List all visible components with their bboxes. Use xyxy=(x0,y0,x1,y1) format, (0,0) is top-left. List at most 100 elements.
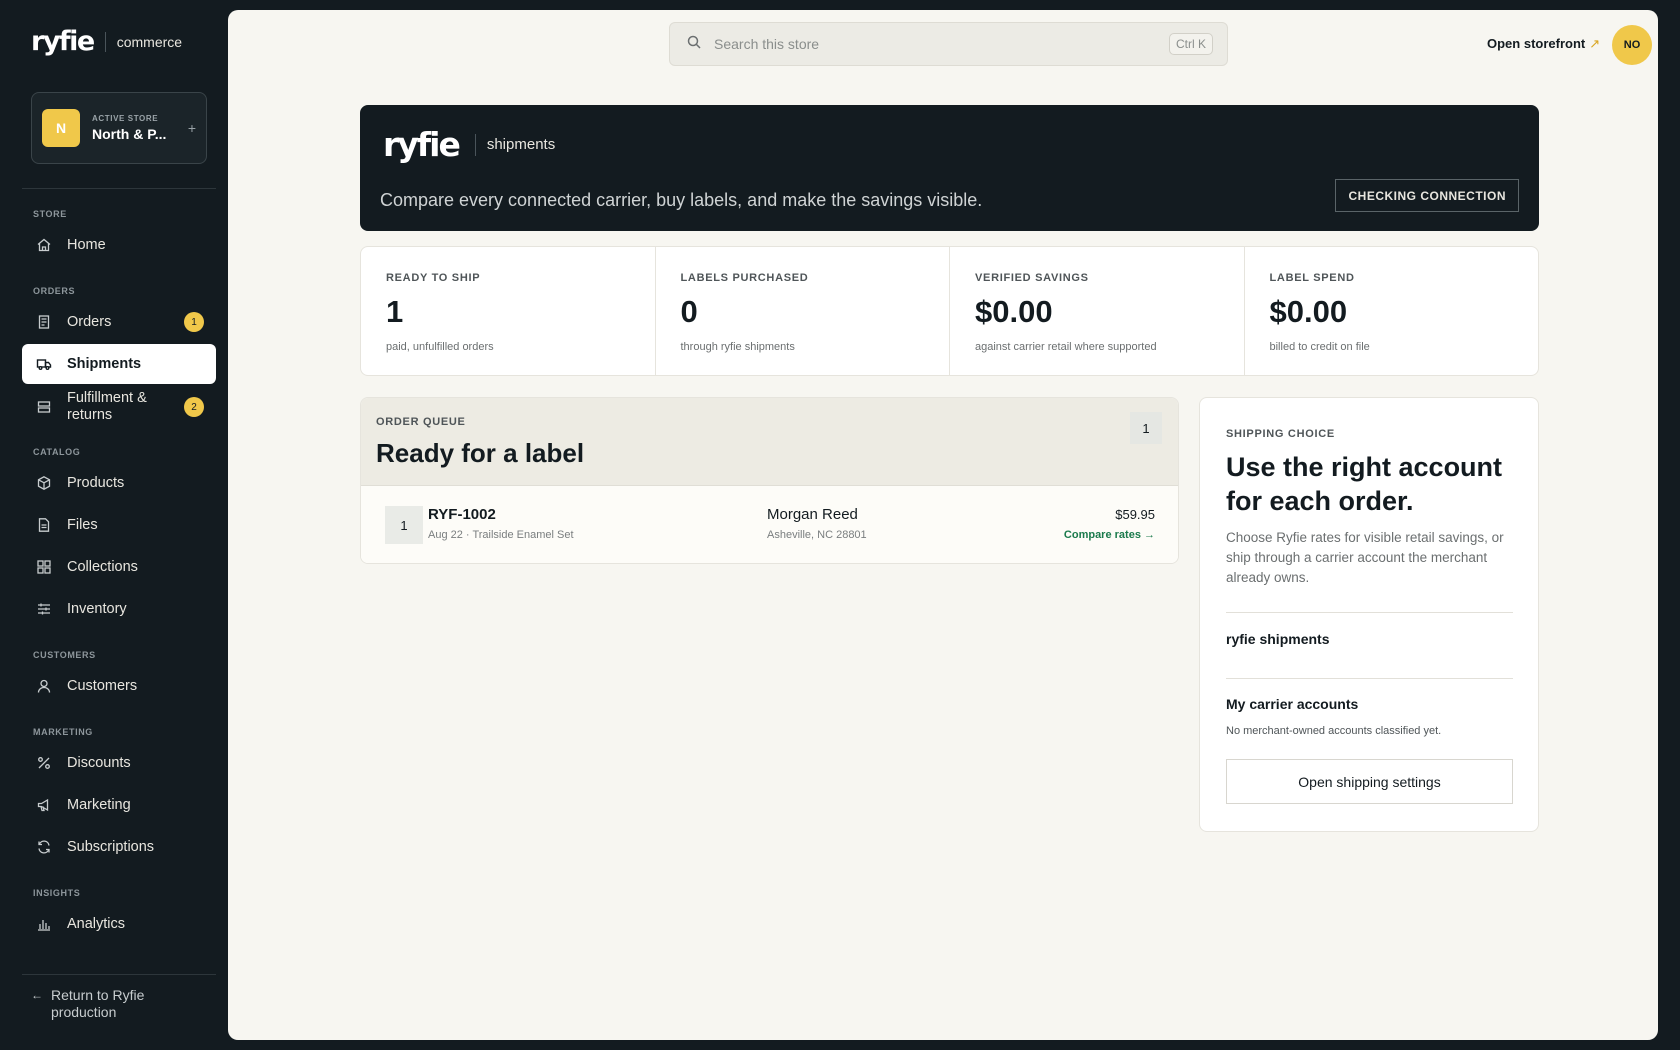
hero-brand: ryfie shipments xyxy=(383,125,555,164)
truck-icon xyxy=(35,355,53,373)
sidebar-item-label: Products xyxy=(67,475,125,491)
store-meta: ACTIVE STORE North & P... xyxy=(92,114,188,142)
user-avatar[interactable]: NO xyxy=(1612,25,1652,65)
sidebar-item-label: Inventory xyxy=(67,601,127,617)
connection-status-button[interactable]: CHECKING CONNECTION xyxy=(1335,179,1519,212)
order-row[interactable]: 1 RYF-1002 Aug 22 · Trailside Enamel Set… xyxy=(361,486,1178,563)
carrier-accounts-note: No merchant-owned accounts classified ye… xyxy=(1226,725,1442,737)
customer-name: Morgan Reed xyxy=(767,506,858,523)
stat-labels-purchased: LABELS PURCHASED 0 through ryfie shipmen… xyxy=(656,247,950,375)
stat-verified-savings: VERIFIED SAVINGS $0.00 against carrier r… xyxy=(950,247,1245,375)
brand[interactable]: ryfie commerce xyxy=(31,26,182,57)
return-to-production-link[interactable]: ← Return to Ryfie production xyxy=(31,987,161,1021)
customer-location: Asheville, NC 28801 xyxy=(767,529,867,541)
stat-value: 0 xyxy=(680,294,698,329)
bar-chart-icon xyxy=(35,915,53,933)
search-bar[interactable]: Ctrl K xyxy=(669,22,1228,66)
sidebar-item-analytics[interactable]: Analytics xyxy=(22,904,216,944)
option-ryfie-shipments[interactable]: ryfie shipments xyxy=(1226,631,1329,647)
open-shipping-settings-button[interactable]: Open shipping settings xyxy=(1226,759,1513,804)
sidebar-item-inventory[interactable]: Inventory xyxy=(22,589,216,629)
sidebar-item-fulfillment-returns[interactable]: Fulfillment & returns 2 xyxy=(22,387,216,427)
brand-divider xyxy=(104,31,106,52)
stat-value: 1 xyxy=(386,294,404,329)
hero-logo: ryfie xyxy=(383,125,461,164)
section-label-catalog: CATALOG xyxy=(33,447,81,457)
stat-label: LABELS PURCHASED xyxy=(680,272,809,284)
sidebar: ryfie commerce N ACTIVE STORE North & P.… xyxy=(0,0,228,1050)
sidebar-item-label: Fulfillment & returns xyxy=(67,390,147,423)
order-index: 1 xyxy=(385,506,423,544)
option-carrier-accounts[interactable]: My carrier accounts xyxy=(1226,696,1358,712)
compare-rates-link[interactable]: Compare rates → xyxy=(1064,529,1155,541)
sidebar-item-customers[interactable]: Customers xyxy=(22,666,216,706)
sidebar-item-collections[interactable]: Collections xyxy=(22,547,216,587)
stat-label: READY TO SHIP xyxy=(386,272,481,284)
shipments-hero: ryfie shipments Compare every connected … xyxy=(360,105,1539,231)
store-label: ACTIVE STORE xyxy=(92,114,159,123)
plus-icon[interactable]: + xyxy=(188,120,196,136)
sidebar-item-label: Marketing xyxy=(67,797,131,813)
sidebar-item-discounts[interactable]: Discounts xyxy=(22,743,216,783)
divider xyxy=(1226,678,1513,679)
stat-caption: against carrier retail where supported xyxy=(975,341,1157,353)
megaphone-icon xyxy=(35,796,53,814)
search-shortcut-hint: Ctrl K xyxy=(1169,33,1213,55)
brand-product: commerce xyxy=(116,33,183,50)
order-queue: ORDER QUEUE Ready for a label 1 1 RYF-10… xyxy=(360,397,1179,564)
sidebar-item-label: Collections xyxy=(67,559,138,575)
sidebar-item-orders[interactable]: Orders 1 xyxy=(22,302,216,342)
sidebar-item-home[interactable]: Home xyxy=(22,225,216,265)
stats-row: READY TO SHIP 1 paid, unfulfilled orders… xyxy=(360,246,1539,376)
shipping-choice-title: Use the right account for each order. xyxy=(1226,452,1503,516)
hero-tagline: Compare every connected carrier, buy lab… xyxy=(380,190,983,210)
stat-ready-to-ship: READY TO SHIP 1 paid, unfulfilled orders xyxy=(361,247,656,375)
stat-caption: through ryfie shipments xyxy=(680,341,795,353)
stat-label: LABEL SPEND xyxy=(1269,272,1355,284)
stat-label-spend: LABEL SPEND $0.00 billed to credit on fi… xyxy=(1245,247,1539,375)
stat-caption: billed to credit on file xyxy=(1269,341,1370,353)
home-icon xyxy=(35,236,53,254)
hero-product: shipments xyxy=(486,136,556,153)
sidebar-item-files[interactable]: Files xyxy=(22,505,216,545)
sidebar-item-label: Subscriptions xyxy=(67,839,155,855)
user-icon xyxy=(35,677,53,695)
store-avatar: N xyxy=(42,109,80,147)
cube-icon xyxy=(35,474,53,492)
sidebar-item-label: Customers xyxy=(67,678,138,694)
sidebar-item-subscriptions[interactable]: Subscriptions xyxy=(22,827,216,867)
order-queue-count: 1 xyxy=(1130,412,1162,444)
sidebar-item-label: Orders xyxy=(67,314,112,330)
sidebar-item-label: Files xyxy=(67,517,98,533)
hero-divider xyxy=(474,133,476,156)
refresh-icon xyxy=(35,838,53,856)
sidebar-item-products[interactable]: Products xyxy=(22,463,216,503)
store-switcher[interactable]: N ACTIVE STORE North & P... + xyxy=(31,92,207,164)
external-link-icon: ↗ xyxy=(1589,36,1601,51)
open-storefront-link[interactable]: Open storefront ↗ xyxy=(1487,36,1600,52)
section-label-store: STORE xyxy=(33,209,67,219)
search-input[interactable] xyxy=(714,36,1169,52)
arrow-left-icon: ← xyxy=(31,988,43,1002)
section-label-marketing: MARKETING xyxy=(33,727,93,737)
main-content: Ctrl K Open storefront↗ NO ryfie shipmen… xyxy=(228,10,1658,1040)
return-link-label: Return to Ryfie production xyxy=(51,987,145,1020)
stat-label: VERIFIED SAVINGS xyxy=(975,272,1089,284)
sidebar-item-label: Discounts xyxy=(67,755,131,771)
order-queue-title: Ready for a label xyxy=(376,438,585,468)
shipping-choice-description: Choose Ryfie rates for visible retail sa… xyxy=(1226,530,1504,585)
order-total: $59.95 xyxy=(1115,507,1155,522)
stat-caption: paid, unfulfilled orders xyxy=(386,341,494,353)
shipping-choice-label: SHIPPING CHOICE xyxy=(1226,428,1335,440)
box-stack-icon xyxy=(35,398,53,416)
section-label-customers: CUSTOMERS xyxy=(33,650,96,660)
sidebar-divider xyxy=(22,188,216,189)
stat-value: $0.00 xyxy=(975,294,1053,329)
grid-icon xyxy=(35,558,53,576)
search-icon xyxy=(686,34,702,55)
order-queue-header: ORDER QUEUE Ready for a label 1 xyxy=(361,398,1178,486)
sidebar-item-shipments[interactable]: Shipments xyxy=(22,344,216,384)
sliders-icon xyxy=(35,600,53,618)
sidebar-item-marketing[interactable]: Marketing xyxy=(22,785,216,825)
order-id: RYF-1002 xyxy=(428,506,496,523)
